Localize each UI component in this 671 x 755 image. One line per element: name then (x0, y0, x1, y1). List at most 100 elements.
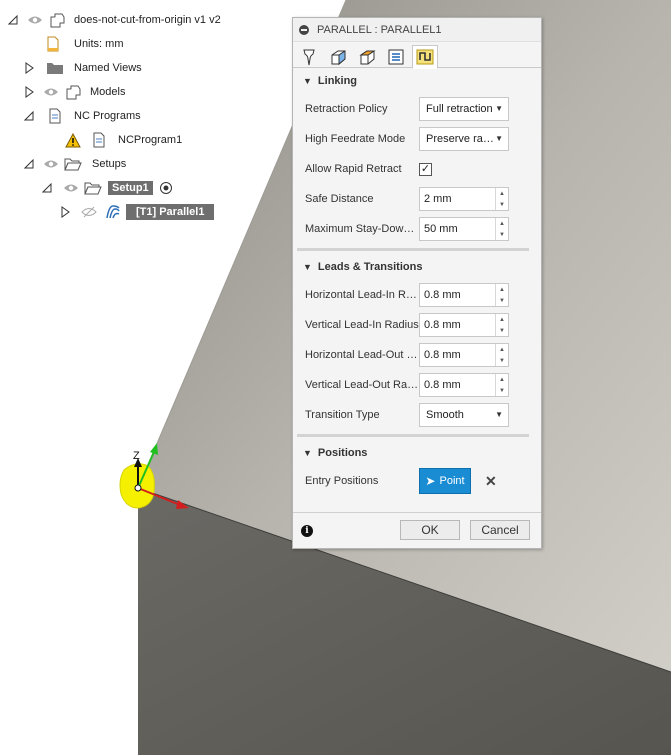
spin-down-icon[interactable]: ▼ (496, 199, 508, 210)
allow-rapid-retract-label: Allow Rapid Retract (305, 163, 402, 175)
v-lead-in-input[interactable]: 0.8 mm ▲ ▼ (419, 313, 509, 337)
max-stay-down-value: 50 mm (424, 223, 458, 235)
dialog-title-bar[interactable]: PARALLEL : PARALLEL1 (293, 18, 541, 42)
tree-units-row[interactable]: Units: mm (44, 34, 128, 54)
section-linking-header[interactable]: ▼ Linking (293, 68, 541, 94)
warning-icon (64, 132, 82, 148)
safe-distance-label: Safe Distance (305, 193, 374, 205)
ok-button[interactable]: OK (400, 520, 460, 540)
expand-triangle-icon[interactable] (22, 61, 36, 75)
section-positions-header[interactable]: ▼ Positions (293, 440, 541, 466)
row-retraction-policy: Retraction Policy Full retraction ▼ (293, 94, 541, 124)
row-h-lead-in: Horizontal Lead-In Radius 0.8 mm ▲▼ (293, 280, 541, 310)
eye-icon[interactable] (62, 180, 80, 196)
v-lead-in-label: Vertical Lead-In Radius (305, 319, 419, 331)
tree-units-label: Units: mm (74, 38, 124, 50)
spinner[interactable]: ▲ ▼ (495, 314, 508, 336)
open-folder-icon (84, 180, 102, 196)
allow-rapid-retract-checkbox[interactable]: ✓ (419, 162, 432, 176)
tree-root-row[interactable]: does-not-cut-from-origin v1 v2 (6, 10, 225, 30)
info-icon[interactable]: i (301, 525, 313, 537)
tab-tool[interactable] (296, 45, 322, 69)
eye-icon[interactable] (26, 12, 44, 28)
tree-models-label: Models (90, 86, 126, 98)
tree-named-views-label: Named Views (74, 62, 142, 74)
spin-down-icon[interactable]: ▼ (496, 295, 508, 306)
tree-parallel1-row[interactable]: [T1] Parallel1 (58, 202, 215, 222)
parallel-toolpath-icon (104, 204, 122, 220)
tab-linking[interactable] (412, 45, 438, 69)
retraction-policy-label: Retraction Policy (305, 103, 388, 115)
safe-distance-input[interactable]: 2 mm ▲ ▼ (419, 187, 509, 211)
eye-icon[interactable] (42, 84, 60, 100)
open-folder-icon (64, 156, 82, 172)
spin-up-icon[interactable]: ▲ (496, 188, 508, 199)
origin-point (134, 484, 142, 492)
spinner[interactable]: ▲ ▼ (495, 344, 508, 366)
row-high-feedrate-mode: High Feedrate Mode Preserve rapid moveme… (293, 124, 541, 154)
expand-triangle-icon[interactable] (58, 205, 72, 219)
tree-nc-program1-label: NCProgram1 (118, 134, 183, 146)
collapse-triangle-icon[interactable] (40, 181, 54, 195)
collapse-triangle-icon[interactable] (22, 109, 36, 123)
section-leads-header[interactable]: ▼ Leads & Transitions (293, 254, 541, 280)
h-lead-out-input[interactable]: 0.8 mm ▲ ▼ (419, 343, 509, 367)
spinner[interactable]: ▲ ▼ (495, 218, 508, 240)
spin-down-icon[interactable]: ▼ (496, 385, 508, 396)
caret-down-icon: ▼ (303, 262, 312, 272)
section-positions-title: Positions (317, 447, 368, 459)
h-lead-in-input[interactable]: 0.8 mm ▲ ▼ (419, 283, 509, 307)
spin-down-icon[interactable]: ▼ (496, 355, 508, 366)
collapse-triangle-icon[interactable] (22, 157, 36, 171)
spin-up-icon[interactable]: ▲ (496, 374, 508, 385)
entry-positions-point-button[interactable]: ➤ Point (419, 468, 471, 494)
transition-type-dropdown[interactable]: Smooth ▼ (419, 403, 509, 427)
hidden-eye-icon[interactable] (80, 204, 98, 220)
spinner[interactable]: ▲ ▼ (495, 188, 508, 210)
section-linking-title: Linking (317, 75, 358, 87)
y-axis-arrowhead (150, 443, 158, 455)
tree-models-row[interactable]: Models (22, 82, 129, 102)
retraction-policy-dropdown[interactable]: Full retraction ▼ (419, 97, 509, 121)
spinner[interactable]: ▲ ▼ (495, 374, 508, 396)
expand-triangle-icon[interactable] (22, 85, 36, 99)
max-stay-down-input[interactable]: 50 mm ▲ ▼ (419, 217, 509, 241)
retraction-policy-value: Full retraction (426, 103, 493, 115)
tree-setups-label: Setups (92, 158, 127, 170)
dialog-title: PARALLEL : PARALLEL1 (317, 23, 442, 36)
tree-setup1-row[interactable]: Setup1 (40, 178, 175, 198)
point-button-label: Point (439, 475, 465, 487)
tree-nc-program1-row[interactable]: NCProgram1 (64, 130, 186, 150)
tab-passes[interactable] (383, 45, 409, 69)
tab-heights[interactable] (354, 45, 380, 69)
row-entry-positions: Entry Positions ➤ Point ✕ (293, 466, 541, 496)
h-lead-in-label: Horizontal Lead-In Radius (305, 289, 419, 301)
tab-geometry[interactable] (325, 45, 351, 69)
spinner[interactable]: ▲ ▼ (495, 284, 508, 306)
spin-up-icon[interactable]: ▲ (496, 344, 508, 355)
spin-down-icon[interactable]: ▼ (496, 325, 508, 336)
wcs-target-icon[interactable] (157, 180, 175, 196)
v-lead-in-value: 0.8 mm (424, 319, 461, 331)
tree-named-views-row[interactable]: Named Views (22, 58, 146, 78)
spin-down-icon[interactable]: ▼ (496, 229, 508, 240)
tree-nc-programs-row[interactable]: NC Programs (22, 106, 145, 126)
collapse-dialog-icon[interactable] (299, 24, 309, 35)
max-stay-down-label: Maximum Stay-Down Distance (305, 223, 419, 235)
spin-up-icon[interactable]: ▲ (496, 218, 508, 229)
tree-setups-row[interactable]: Setups (22, 154, 130, 174)
tree-nc-programs-label: NC Programs (74, 110, 141, 122)
spin-up-icon[interactable]: ▲ (496, 284, 508, 295)
high-feedrate-mode-dropdown[interactable]: Preserve rapid movement ▼ (419, 127, 509, 151)
transition-type-value: Smooth (426, 409, 464, 421)
nc-program-icon (46, 108, 64, 124)
cancel-button[interactable]: Cancel (470, 520, 530, 540)
eye-icon[interactable] (42, 156, 60, 172)
v-lead-out-input[interactable]: 0.8 mm ▲ ▼ (419, 373, 509, 397)
h-lead-out-label: Horizontal Lead-Out Radius (305, 349, 419, 361)
geometry-icon (331, 50, 346, 66)
spin-up-icon[interactable]: ▲ (496, 314, 508, 325)
collapse-triangle-icon[interactable] (6, 13, 20, 27)
clear-selection-icon[interactable]: ✕ (485, 473, 497, 490)
high-feedrate-mode-value: Preserve rapid movement (426, 133, 496, 145)
